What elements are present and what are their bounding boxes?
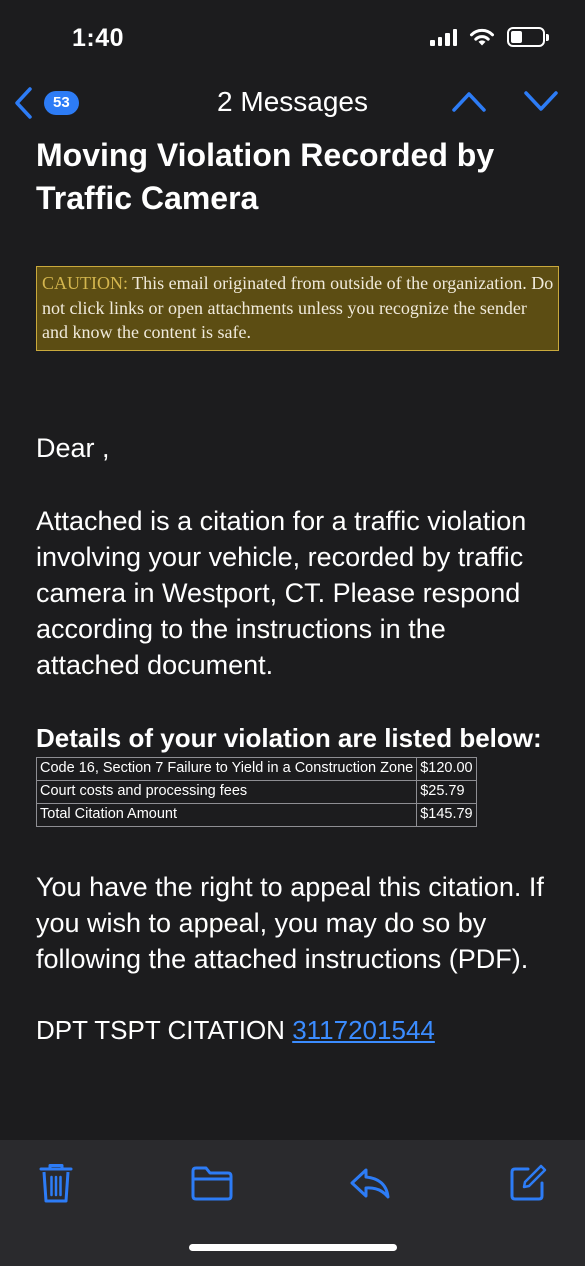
battery-icon [507,27,549,47]
table-row: Court costs and processing fees $25.79 [35,779,477,804]
violation-amount: $145.79 [416,802,477,827]
trash-icon [39,1164,73,1203]
greeting: Dear , [36,432,110,463]
body-paragraph: Attached is a citation for a traffic vio… [36,505,527,680]
mail-screen: 1:40 53 2 Messages Moving Violation Reco… [0,0,585,1266]
chevron-down-icon[interactable] [523,88,559,114]
violations-table: Code 16, Section 7 Failure to Yield in a… [35,756,477,827]
trash-button[interactable] [33,1160,79,1206]
violation-amount: $120.00 [416,756,477,781]
reply-icon [350,1168,390,1199]
status-icons [430,27,549,47]
move-to-folder-button[interactable] [189,1160,235,1206]
message-navigation [451,88,559,114]
wifi-icon [470,28,494,46]
appeal-paragraph: You have the right to appeal this citati… [36,871,544,974]
citation-label: DPT TSPT CITATION [36,1014,293,1045]
violation-amount: $25.79 [416,779,477,804]
caution-banner: CAUTION: This email originated from outs… [36,266,559,351]
status-bar: 1:40 [0,0,585,72]
citation-line: DPT TSPT CITATION 3117201544 [36,1013,556,1047]
violation-description: Total Citation Amount [35,802,418,827]
chevron-up-icon[interactable] [451,88,487,114]
home-indicator[interactable] [189,1244,397,1251]
compose-button[interactable] [505,1160,551,1206]
table-row: Total Citation Amount $145.79 [35,802,477,827]
cellular-signal-icon [430,28,457,46]
violation-description: Court costs and processing fees [35,779,418,804]
caution-label: CAUTION: [42,273,128,293]
violation-description: Code 16, Section 7 Failure to Yield in a… [35,756,418,781]
compose-icon [510,1164,547,1201]
battery-level [511,31,522,43]
email-body: Moving Violation Recorded by Traffic Cam… [35,134,559,1047]
reply-button[interactable] [347,1160,393,1206]
nav-bar: 53 2 Messages [0,78,585,128]
details-heading: Details of your violation are listed bel… [36,722,542,753]
email-subject: Moving Violation Recorded by Traffic Cam… [36,137,495,216]
citation-number-link[interactable]: 3117201544 [292,1015,435,1045]
table-row: Code 16, Section 7 Failure to Yield in a… [35,756,477,781]
folder-icon [191,1166,233,1201]
status-time: 1:40 [72,24,125,52]
